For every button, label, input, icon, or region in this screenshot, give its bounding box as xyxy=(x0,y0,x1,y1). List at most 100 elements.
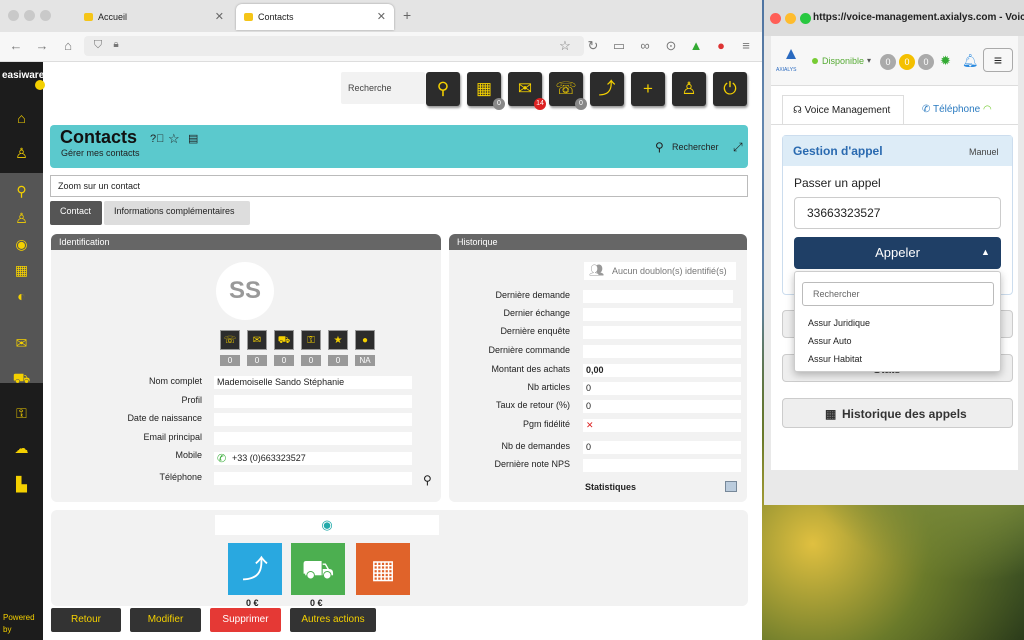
menu-icon[interactable]: ≡ xyxy=(983,48,1013,72)
bug-icon[interactable]: ✹ xyxy=(940,53,951,69)
phone-icon[interactable]: ✆ xyxy=(217,452,226,465)
user-icon[interactable]: ♙ xyxy=(0,145,43,162)
dropdown-option[interactable]: Assur Auto xyxy=(808,336,852,346)
back-button[interactable]: Retour xyxy=(51,608,121,632)
count-badge: 0 xyxy=(880,54,896,70)
close-window-button[interactable] xyxy=(8,10,19,21)
dropdown-option[interactable]: Assur Juridique xyxy=(808,318,870,328)
close-tab-icon[interactable]: ✕ xyxy=(215,4,224,30)
dropdown-option[interactable]: Assur Habitat xyxy=(808,354,862,364)
basket-icon[interactable]: ⛟ xyxy=(291,543,345,595)
tab-contact[interactable]: Contact xyxy=(50,201,102,225)
key-icon[interactable]: ⚿ xyxy=(0,405,43,422)
help-icon[interactable]: ?⃝ xyxy=(150,133,164,145)
chevron-down-icon[interactable]: ▾ xyxy=(867,56,871,65)
calendar-button[interactable]: ▦ 0 xyxy=(467,72,505,110)
search-link[interactable]: Rechercher xyxy=(672,142,719,152)
tab-informations[interactable]: Informations complémentaires xyxy=(104,201,250,225)
minimize-window-button[interactable] xyxy=(24,10,35,21)
reload-icon[interactable]: ↻ xyxy=(585,38,601,54)
cloud-icon[interactable]: ☁ xyxy=(0,440,43,457)
field-label: Date de naissance xyxy=(127,413,202,423)
search-icon[interactable]: ⚲ xyxy=(0,183,43,200)
home-icon[interactable]: ⌂ xyxy=(0,110,43,126)
extension-icon[interactable]: ▲ xyxy=(688,38,704,53)
tab-label: Contacts xyxy=(258,12,294,22)
dropdown-search-input[interactable]: Rechercher xyxy=(802,282,994,306)
building-icon[interactable]: ▦ xyxy=(0,262,43,279)
statistics-icon[interactable] xyxy=(725,481,737,492)
notification-bell-icon[interactable]: 🔔︎ xyxy=(962,53,979,69)
address-field[interactable] xyxy=(84,36,584,56)
tab-accueil[interactable]: Accueil ✕ xyxy=(76,4,232,30)
chat-icon[interactable]: ☏ xyxy=(220,330,240,350)
user-button[interactable]: ♙ xyxy=(672,72,706,106)
toggle-icon[interactable]: ◐ xyxy=(0,288,43,304)
chat-button[interactable]: ☏ 0 xyxy=(549,72,587,110)
search-input[interactable]: Recherche xyxy=(341,72,425,104)
zoom-popup-button[interactable] xyxy=(800,13,811,24)
status-dropdown[interactable]: Disponible xyxy=(822,56,864,66)
phone-number-input[interactable]: 33663323527 xyxy=(794,197,1001,229)
eye-icon[interactable]: ◉ xyxy=(215,515,439,535)
cart-icon[interactable]: ⛟ xyxy=(274,330,294,350)
more-actions-button[interactable]: Autres actions xyxy=(290,608,376,632)
chart-icon[interactable]: ▙ xyxy=(0,476,43,493)
mask-icon[interactable]: ∞ xyxy=(637,38,653,53)
reader-icon[interactable]: ▭ xyxy=(611,38,627,54)
search-icon[interactable]: ⚲ xyxy=(655,140,664,154)
tab-telephone[interactable]: ✆ Téléphone ◠ xyxy=(912,95,1012,125)
mobile-value[interactable]: +33 (0)663323527 xyxy=(214,452,412,465)
target-icon[interactable]: ◉ xyxy=(0,236,43,253)
nps-icon[interactable]: ● xyxy=(355,330,375,350)
user-icon: ♙ xyxy=(681,79,697,98)
counter: 0 xyxy=(220,355,240,366)
chevron-up-icon[interactable]: ▲ xyxy=(981,247,990,257)
counter: 0 xyxy=(274,355,294,366)
mail-button[interactable]: ✉ 14 xyxy=(508,72,546,110)
new-tab-button[interactable]: + xyxy=(403,7,411,23)
map-pin-icon[interactable]: ⚲ xyxy=(423,473,432,487)
stars-icon[interactable]: ★ xyxy=(328,330,348,350)
tab-contacts[interactable]: Contacts ✕ xyxy=(236,4,394,30)
section-title: Gestion d'appel xyxy=(793,144,883,158)
zoom-window-button[interactable] xyxy=(40,10,51,21)
star-icon[interactable]: ☆ xyxy=(557,38,573,54)
favorite-star-icon[interactable]: ☆ xyxy=(168,131,180,147)
stats-button[interactable]: ⤴ xyxy=(590,72,624,106)
edit-button[interactable]: Modifier xyxy=(130,608,201,632)
calendar-icon[interactable]: ▦ xyxy=(356,543,410,595)
statistics-link[interactable]: Statistiques xyxy=(585,482,636,492)
tab-label: Accueil xyxy=(98,12,128,22)
expand-icon[interactable]: ⤢ xyxy=(733,140,743,155)
user-small-icon[interactable]: ♙ xyxy=(0,210,43,227)
call-button[interactable]: Appeler xyxy=(794,237,1001,269)
page-subtitle: Gérer mes contacts xyxy=(61,148,140,158)
menu-icon[interactable]: ≡ xyxy=(738,38,754,53)
minimize-popup-button[interactable] xyxy=(785,13,796,24)
adblock-icon[interactable]: ● xyxy=(713,38,729,53)
close-popup-button[interactable] xyxy=(770,13,781,24)
mail-icon[interactable]: ✉ xyxy=(0,335,43,352)
back-arrow-icon[interactable]: ← xyxy=(8,38,24,53)
tab-voice-management[interactable]: ☊ Voice Management xyxy=(782,95,904,125)
power-button[interactable]: ⏻ xyxy=(713,72,747,106)
key-icon[interactable]: ⚿ xyxy=(301,330,321,350)
pocket-icon[interactable]: ⊙ xyxy=(663,38,679,54)
document-icon[interactable]: ▤ xyxy=(188,132,198,145)
add-button[interactable]: + xyxy=(631,72,665,106)
search-button[interactable]: ⚲ xyxy=(426,72,460,106)
home-icon[interactable]: ⌂ xyxy=(60,38,76,53)
page-title: Contacts xyxy=(60,127,138,147)
forward-arrow-icon[interactable]: → xyxy=(34,38,50,53)
close-tab-icon[interactable]: ✕ xyxy=(377,4,386,30)
call-history-button[interactable]: ▦ Historique des appels xyxy=(782,398,1013,428)
zoom-contact-field[interactable]: Zoom sur un contact xyxy=(50,175,748,197)
delete-button[interactable]: Supprimer xyxy=(210,608,281,632)
sales-value: 0 € xyxy=(246,598,259,608)
mail-icon[interactable]: ✉ xyxy=(247,330,267,350)
cart-icon[interactable]: ⛟ xyxy=(0,370,43,389)
hist-label: Dernière enquête xyxy=(500,326,570,336)
sales-chart-icon[interactable]: ⤴ xyxy=(228,543,282,595)
identification-header: Identification xyxy=(51,234,441,250)
